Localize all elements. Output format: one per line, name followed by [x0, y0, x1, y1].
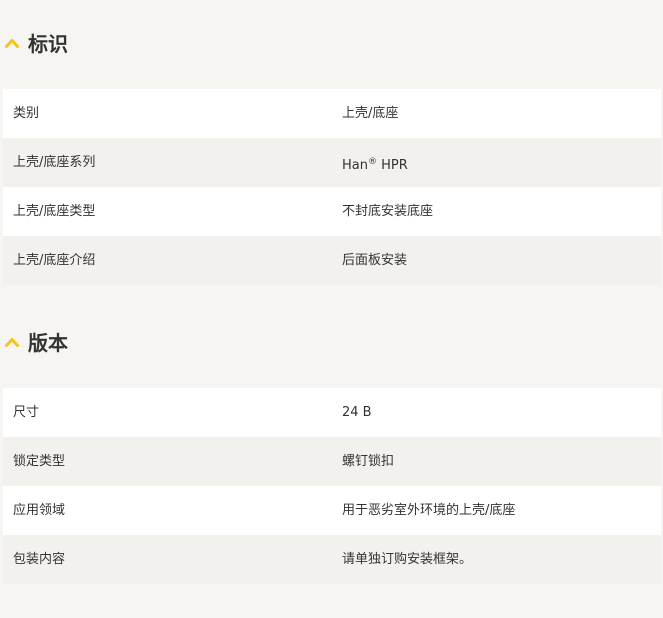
row-value-main: Han — [342, 158, 368, 173]
table-row: 尺寸 24 B — [3, 388, 661, 437]
row-value: 螺钉锁扣 — [342, 454, 395, 469]
table-row: 类别 上壳/底座 — [3, 89, 661, 138]
row-value: 后面板安装 — [342, 253, 408, 268]
row-label: 类别 — [13, 106, 40, 121]
row-value: 24 B — [342, 405, 372, 420]
row-value: 上壳/底座 — [342, 106, 399, 121]
section-title: 标识 — [28, 32, 68, 56]
spec-table-version: 尺寸 24 B 锁定类型 螺钉锁扣 应用领域 用于恶劣室外环境的上壳/底座 包装… — [3, 388, 661, 584]
section-title: 版本 — [28, 331, 68, 355]
row-value: 请单独订购安装框架。 — [342, 552, 473, 567]
row-label: 尺寸 — [13, 405, 40, 420]
section-version: 版本 尺寸 24 B 锁定类型 螺钉锁扣 应用领域 用于恶劣室外环境的上壳/底座… — [3, 325, 661, 584]
row-value-suffix: HPR — [376, 158, 408, 173]
table-row: 应用领域 用于恶劣室外环境的上壳/底座 — [3, 486, 661, 535]
table-row: 锁定类型 螺钉锁扣 — [3, 437, 661, 486]
row-label: 上壳/底座类型 — [13, 204, 96, 219]
section-header-identification[interactable]: 标识 — [3, 26, 661, 66]
row-label: 上壳/底座介绍 — [13, 253, 96, 268]
row-value: Han® HPR — [342, 138, 408, 187]
row-label: 锁定类型 — [13, 454, 66, 469]
row-label: 上壳/底座系列 — [13, 155, 96, 170]
row-value: 用于恶劣室外环境的上壳/底座 — [342, 503, 516, 518]
section-identification: 标识 类别 上壳/底座 上壳/底座系列 Han® HPR 上壳/底座类型 不封底… — [3, 26, 661, 285]
section-header-version[interactable]: 版本 — [3, 325, 661, 365]
row-label: 包装内容 — [13, 552, 66, 567]
table-row: 上壳/底座类型 不封底安装底座 — [3, 187, 661, 236]
registered-mark: ® — [367, 157, 377, 167]
row-value: 不封底安装底座 — [342, 204, 434, 219]
spec-table-identification: 类别 上壳/底座 上壳/底座系列 Han® HPR 上壳/底座类型 不封底安装底… — [3, 89, 661, 285]
table-row: 上壳/底座系列 Han® HPR — [3, 138, 661, 187]
table-row: 上壳/底座介绍 后面板安装 — [3, 236, 661, 285]
row-label: 应用领域 — [13, 503, 66, 518]
chevron-up-icon[interactable] — [5, 38, 19, 48]
chevron-up-icon[interactable] — [5, 337, 19, 347]
table-row: 包装内容 请单独订购安装框架。 — [3, 535, 661, 584]
